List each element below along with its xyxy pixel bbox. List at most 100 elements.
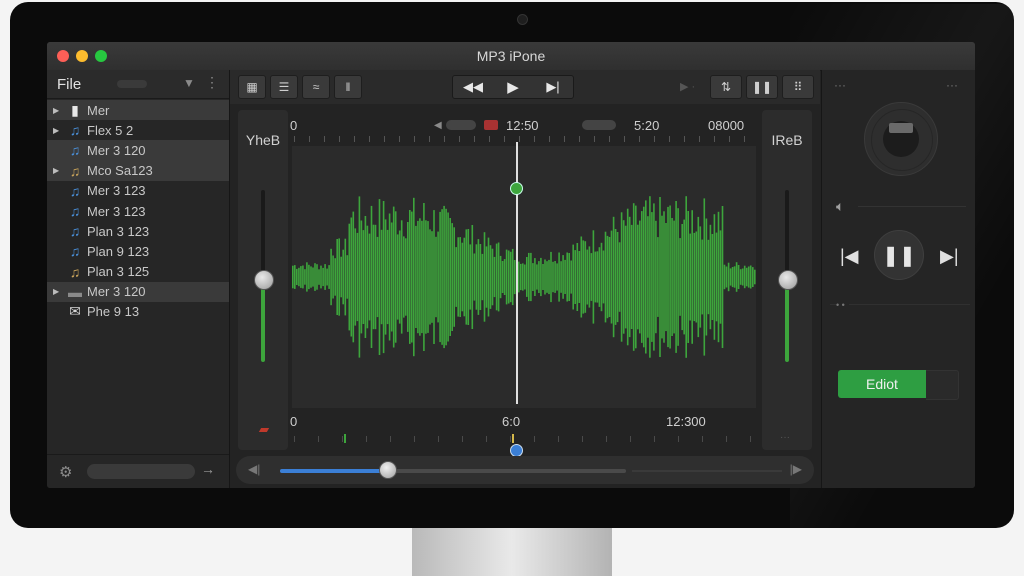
disclosure-arrow-icon[interactable]: ▶ (53, 166, 65, 175)
volume-icon[interactable]: 🔈︎ (836, 198, 844, 215)
file-icon: ▮ (71, 101, 79, 118)
split-view-icon[interactable]: ‖ (334, 75, 362, 99)
waveform-sample (669, 205, 671, 349)
scroll-right-icon[interactable]: |▶ (790, 462, 802, 476)
mail-icon: ✉ (69, 303, 81, 320)
waveform-sample (483, 232, 486, 322)
waveform-sample (336, 239, 338, 315)
waveform-canvas[interactable] (292, 146, 756, 408)
file-list-item[interactable]: ▶ ▮ Mer (47, 100, 229, 121)
list-view-icon[interactable]: ☰ (270, 75, 298, 99)
scrubber-secondary-track (632, 470, 782, 472)
shuffle-icon[interactable]: ⇅ (710, 75, 742, 99)
jog-wheel[interactable] (864, 102, 938, 176)
file-name-label: Phe 9 13 (87, 304, 140, 320)
waveform-sample (653, 203, 655, 351)
wave-view-icon[interactable]: ≈ (302, 75, 330, 99)
sidebar-tab[interactable] (117, 80, 147, 88)
edit-button[interactable]: Ediot (838, 370, 926, 398)
monitor-stand (412, 526, 612, 576)
marker-left-icon[interactable]: ◀ (434, 120, 442, 131)
marker-pill-a[interactable] (446, 120, 476, 130)
waveform-sample (433, 210, 435, 344)
file-list-item[interactable]: ♫ Plan 9 123 (47, 241, 229, 261)
marker-pill-b[interactable] (582, 120, 616, 130)
waveform-sample (294, 265, 296, 289)
waveform-sample (752, 267, 754, 287)
grid-view-icon[interactable]: ▦ (238, 75, 266, 99)
left-fader-knob[interactable] (254, 270, 274, 291)
right-fader-level (785, 279, 789, 362)
pause-button[interactable]: ❚❚ (874, 230, 924, 280)
waveform-sample (411, 211, 413, 343)
music-note-icon: ♫ (69, 142, 81, 159)
comment-icon[interactable]: ▼ (183, 76, 195, 90)
more-icon[interactable]: ⋮ (205, 74, 219, 91)
waveform-sample (362, 230, 365, 324)
waveform-sample (683, 219, 685, 335)
waveform-sample (697, 216, 700, 338)
file-list-item[interactable]: ▶ ▬ Mer 3 120 (47, 281, 229, 302)
pause-icon[interactable]: ❚❚ (746, 75, 778, 99)
file-list-item[interactable]: ♫ Mer 3 120 (47, 140, 229, 161)
waveform-sample (610, 230, 613, 324)
waveform-sample (645, 200, 647, 354)
waveform-sample (745, 267, 748, 287)
disclosure-arrow-icon[interactable]: ▶ (53, 126, 65, 135)
file-list-item[interactable]: ▶ ♫ Mco Sa123 (47, 160, 229, 181)
waveform-sample (392, 206, 395, 348)
ruler-bottom-mid: 6:0 (502, 414, 521, 429)
waveform-sample (380, 229, 383, 325)
file-list-item[interactable]: ✉ Phe 9 13 (47, 302, 229, 322)
panel-more-icon[interactable]: ··· (946, 78, 958, 92)
grid-icon[interactable]: ⠿ (782, 75, 814, 99)
scrubber-knob[interactable] (379, 461, 398, 479)
waveform-sample (598, 247, 601, 307)
marker-red[interactable] (484, 120, 498, 130)
in-point-marker[interactable] (344, 434, 346, 443)
cursor-marker[interactable] (512, 434, 514, 443)
sidebar-header: File ▼ ⋮ (47, 70, 229, 99)
waveform-sample (370, 205, 373, 348)
sidebar-search-field[interactable] (87, 464, 195, 479)
file-list-item[interactable]: ▶ ♫ Flex 5 2 (47, 120, 229, 140)
waveform-sample (542, 264, 544, 290)
rewind-icon[interactable]: ◀◀ (453, 76, 493, 98)
arrow-right-icon[interactable]: → (201, 461, 215, 477)
top-timeline-ruler[interactable]: 0 ◀ 12:50 5:20 08000 (290, 114, 760, 142)
panel-menu-icon[interactable]: ··· (834, 78, 846, 92)
waveform-sample (580, 236, 583, 318)
gear-icon[interactable]: ⚙ (59, 463, 72, 481)
next-track-button[interactable]: ▶| (940, 246, 959, 267)
waveform-sample (491, 248, 494, 306)
waveform-sample (520, 263, 522, 291)
jog-center-button[interactable] (889, 123, 913, 133)
file-list-item[interactable]: ♫ Plan 3 125 (47, 262, 229, 282)
file-list-item[interactable]: ♫ Plan 3 123 (47, 221, 229, 241)
scroll-left-icon[interactable]: ◀| (248, 462, 260, 476)
waveform-sample (419, 218, 421, 336)
play-icon[interactable]: ▶ (493, 76, 533, 98)
waveform-sample (358, 196, 361, 358)
file-list-item[interactable]: ♫ Mer 3 123 (47, 201, 229, 221)
disclosure-arrow-icon[interactable]: ▶ (53, 106, 65, 115)
edit-options-button[interactable] (926, 370, 959, 400)
waveform-sample (463, 237, 466, 317)
disclosure-arrow-icon[interactable]: ▶ (53, 287, 65, 296)
ruler-bottom-ticks (294, 436, 756, 442)
right-fader-knob[interactable] (778, 270, 798, 291)
waveform-sample (292, 265, 294, 289)
volume-slider[interactable] (858, 206, 966, 207)
track-options-icon[interactable]: ··· (780, 432, 790, 443)
waveform-sample (310, 266, 312, 288)
waveform-sample (390, 222, 393, 332)
skip-forward-icon[interactable]: ▶| (533, 76, 573, 98)
previous-track-button[interactable]: |◀ (840, 246, 859, 267)
file-list-item[interactable]: ♫ Mer 3 123 (47, 181, 229, 201)
waveform-sample (489, 245, 492, 309)
waveform-sample (540, 257, 542, 297)
bottom-timeline-ruler[interactable]: 0 6:0 12:300 (290, 412, 760, 448)
waveform-sample (526, 257, 528, 297)
playhead-top-handle[interactable] (510, 182, 523, 195)
right-track-strip: IReB ··· (762, 110, 812, 450)
